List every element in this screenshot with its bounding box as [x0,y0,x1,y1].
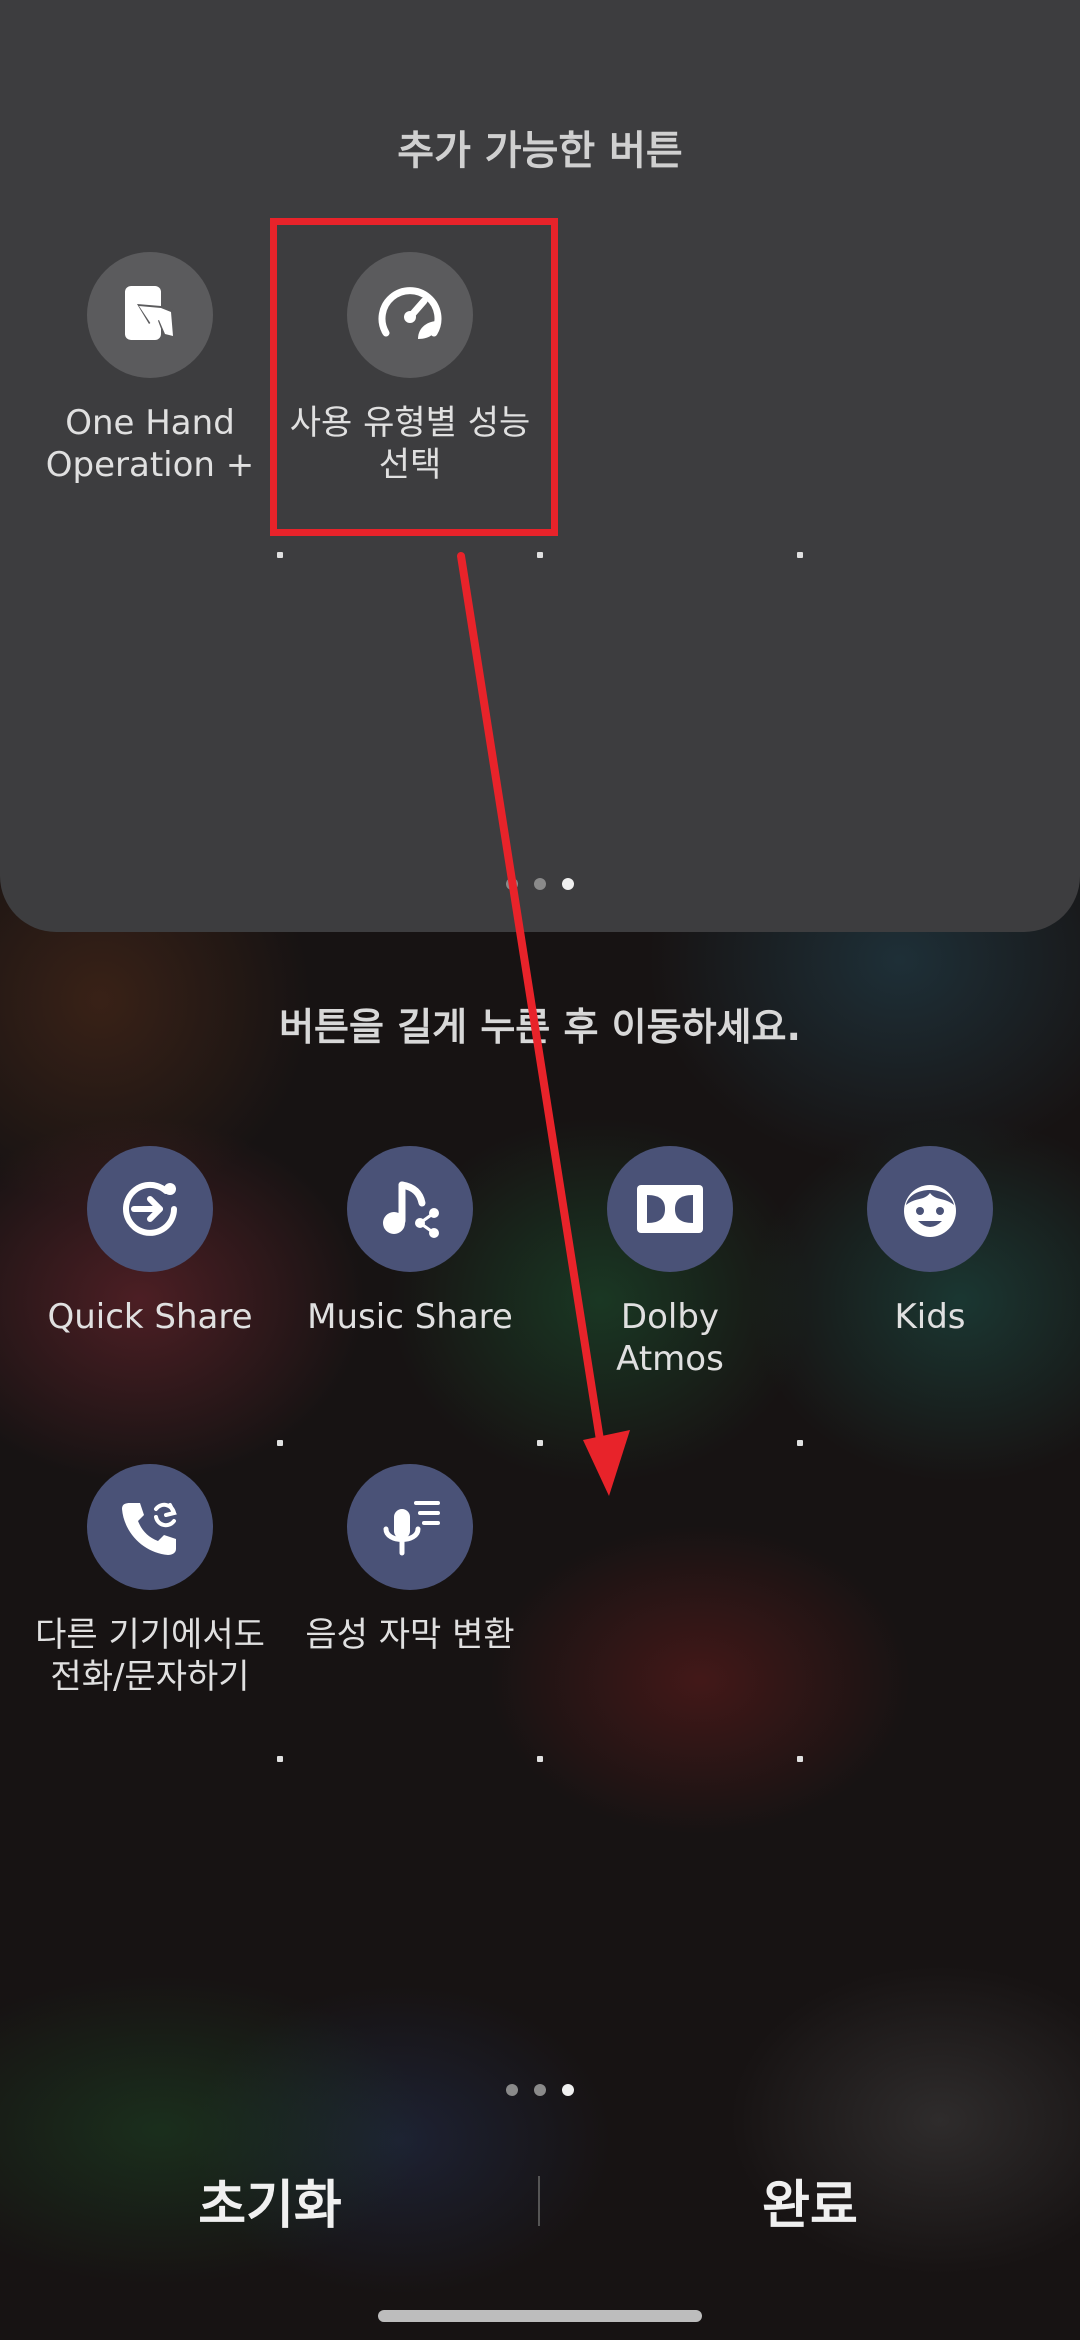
home-indicator[interactable] [378,2310,702,2322]
page-indicator [0,2084,1080,2096]
page-dot [506,2084,518,2096]
reset-button[interactable]: 초기화 [0,2162,540,2239]
done-button[interactable]: 완료 [540,2162,1080,2239]
drag-arrow-annotation [457,552,630,1496]
footer-bar: 초기화 완료 [0,2140,1080,2270]
page-dot [534,2084,546,2096]
page-dot-active [562,2084,574,2096]
